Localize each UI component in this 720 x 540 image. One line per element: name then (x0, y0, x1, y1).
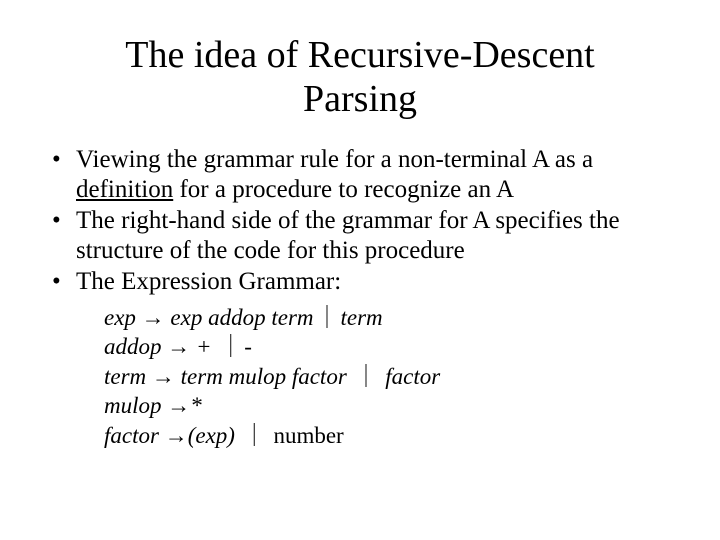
grammar-addop-lhs: addop (104, 334, 162, 359)
grammar-block: exp → exp addop term｜term addop → + ｜- t… (104, 303, 672, 450)
grammar-exp-rhs2: term (341, 305, 383, 330)
grammar-mulop-lhs: mulop (104, 393, 162, 418)
grammar-addop-rhs2: - (244, 334, 252, 359)
bullet-2-text: The right-hand side of the grammar for A… (76, 207, 620, 264)
grammar-factor-lhs: factor (104, 423, 159, 448)
pipe-icon: ｜ (217, 334, 244, 359)
bullet-list: Viewing the grammar rule for a non-termi… (48, 145, 672, 297)
grammar-term-rhs1: term mulop factor (181, 364, 347, 389)
grammar-addop-rhs1: + (196, 334, 212, 359)
pipe-icon: ｜ (353, 364, 380, 389)
bullet-1-text-underline: definition (76, 176, 173, 203)
slide-title: The idea of Recursive-Descent Parsing (80, 34, 640, 121)
pipe-icon: ｜ (241, 423, 268, 448)
grammar-factor-rhs1: (exp) (188, 423, 235, 448)
bullet-item-2: The right-hand side of the grammar for A… (48, 206, 672, 265)
arrow-icon: → (152, 364, 175, 389)
slide: The idea of Recursive-Descent Parsing Vi… (0, 0, 720, 540)
arrow-icon: → (167, 393, 190, 418)
arrow-icon: → (165, 423, 188, 448)
grammar-line-1: exp → exp addop term｜term (104, 303, 672, 332)
pipe-icon: ｜ (314, 305, 341, 330)
grammar-term-lhs: term (104, 364, 146, 389)
arrow-icon: → (142, 305, 165, 330)
bullet-item-1: Viewing the grammar rule for a non-termi… (48, 145, 672, 204)
bullet-3-text: The Expression Grammar: (76, 268, 341, 295)
grammar-term-rhs2: factor (385, 364, 440, 389)
grammar-mulop-rhs1: * (190, 393, 202, 418)
bullet-item-3: The Expression Grammar: (48, 267, 672, 297)
arrow-icon: → (167, 334, 190, 359)
bullet-1-text-post: for a procedure to recognize an A (173, 176, 514, 203)
grammar-line-5: factor →(exp) ｜ number (104, 421, 672, 450)
grammar-line-3: term → term mulop factor ｜ factor (104, 362, 672, 391)
grammar-exp-lhs: exp (104, 305, 136, 330)
grammar-factor-rhs2: number (273, 423, 343, 448)
grammar-line-4: mulop →* (104, 391, 672, 420)
grammar-exp-rhs1: exp addop term (170, 305, 313, 330)
grammar-line-2: addop → + ｜- (104, 332, 672, 361)
bullet-1-text-pre: Viewing the grammar rule for a non-termi… (76, 146, 593, 173)
